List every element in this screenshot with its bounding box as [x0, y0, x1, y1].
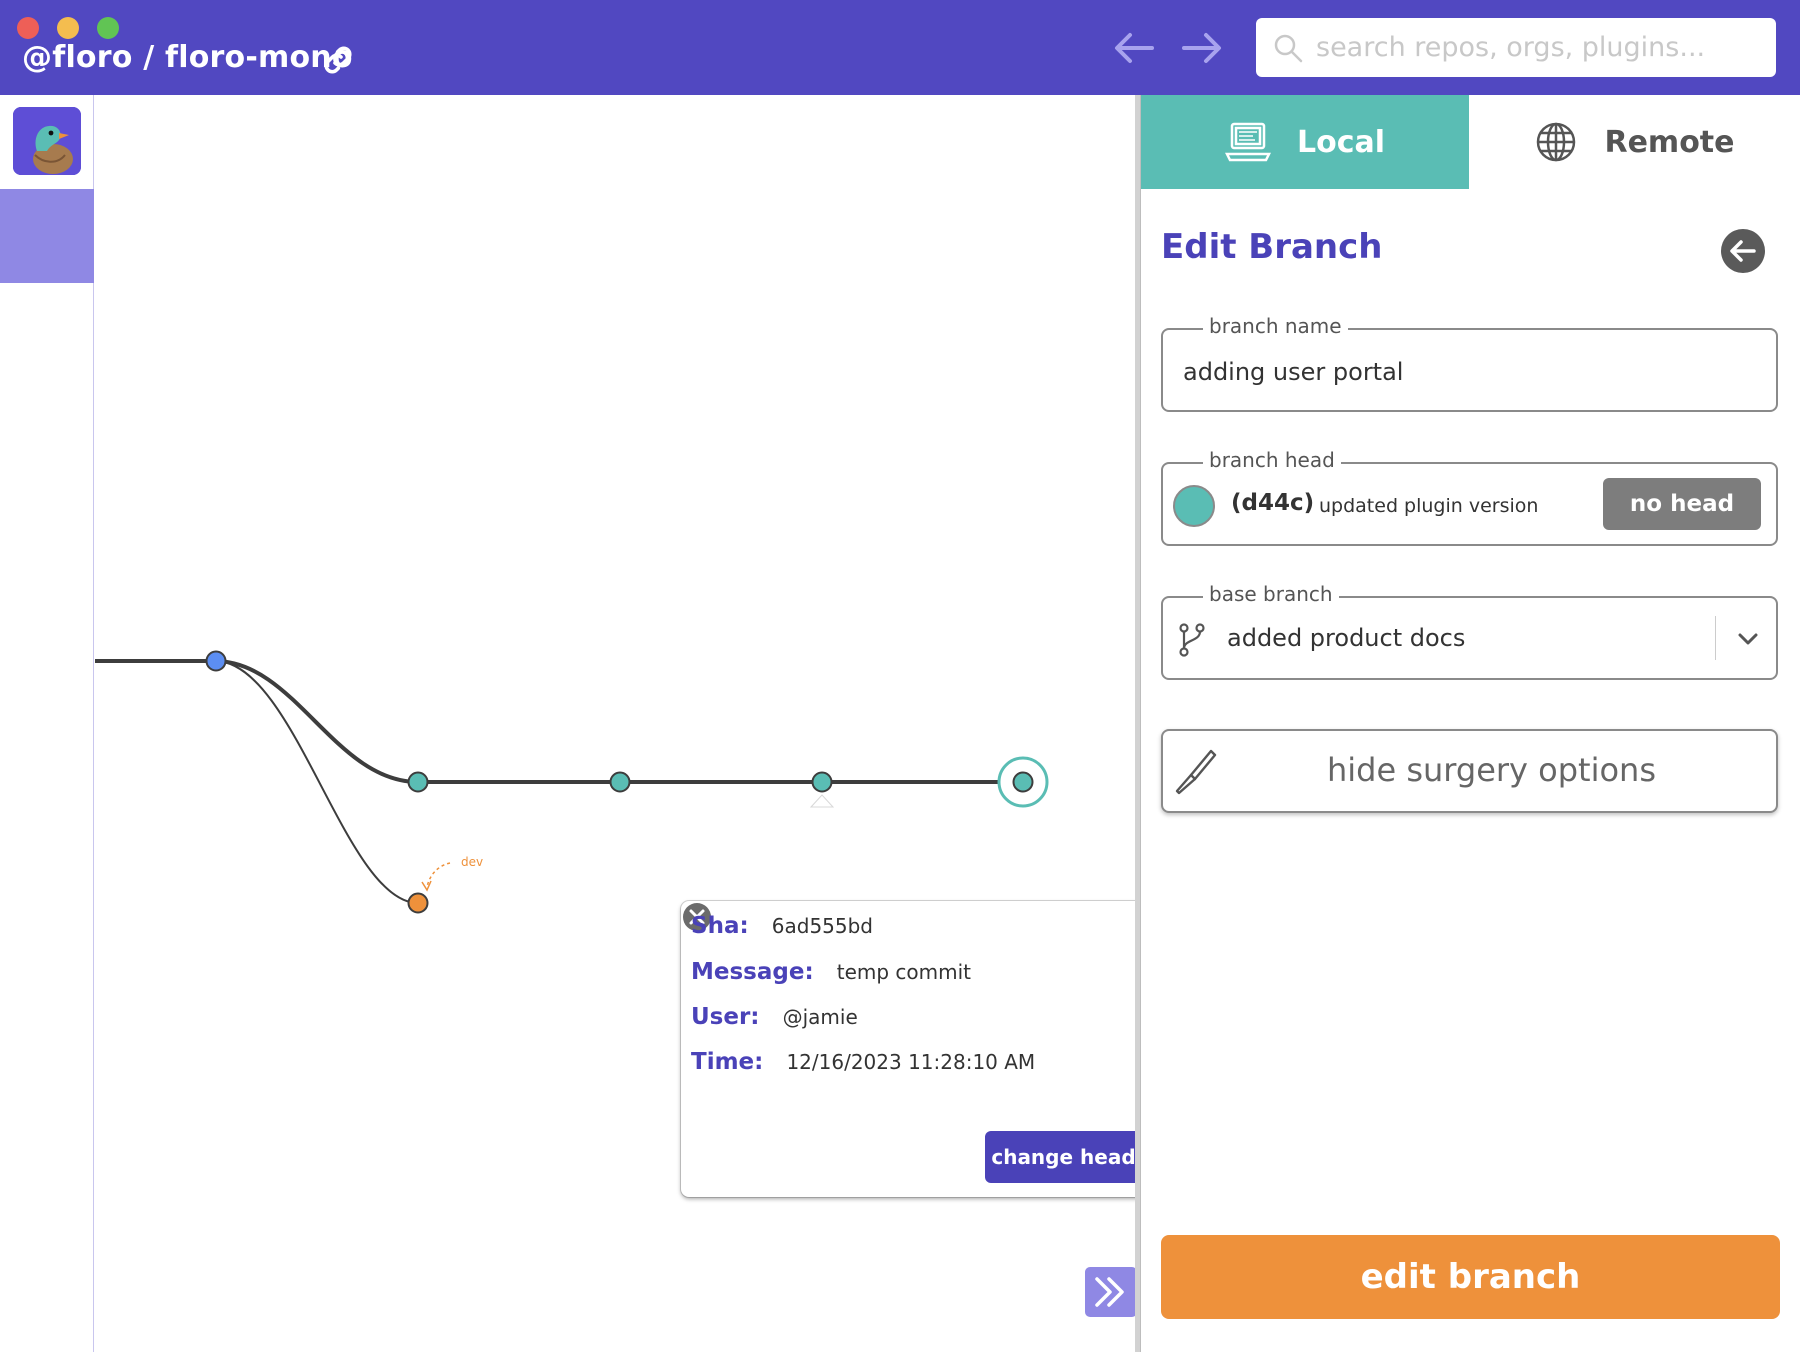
head-commit-dot	[1173, 485, 1215, 527]
head-sha: (d44c)	[1231, 490, 1315, 516]
maximize-window-button[interactable]	[97, 17, 119, 39]
change-head-button[interactable]: change head	[985, 1131, 1142, 1183]
tab-local-label: Local	[1296, 124, 1386, 160]
git-branch-icon	[1179, 623, 1205, 657]
tooltip-time-row: Time: 12/16/2023 11:28:10 AM	[691, 1049, 1035, 1075]
double-chevron-right-icon	[1095, 1277, 1124, 1307]
select-separator	[1715, 616, 1716, 660]
expand-panel-button[interactable]	[1085, 1267, 1137, 1317]
dev-pointer-arrow	[421, 880, 432, 892]
base-branch-label: base branch	[1203, 582, 1339, 606]
message-value: temp commit	[836, 960, 972, 984]
right-panel: Local Remote Edit Branch branch name bra…	[1141, 95, 1800, 1352]
no-head-button[interactable]: no head	[1603, 478, 1761, 530]
branch-head-label: branch head	[1203, 448, 1341, 472]
branch-label-dev: dev	[461, 855, 483, 869]
repo-title[interactable]: @floro / floro-mono	[22, 40, 353, 75]
tooltip-sha-row: Sha: 6ad555bd	[691, 913, 873, 939]
back-arrow-icon[interactable]	[1112, 30, 1156, 66]
branch-name-label: branch name	[1203, 314, 1348, 338]
tab-remote-label: Remote	[1604, 124, 1735, 160]
time-value: 12/16/2023 11:28:10 AM	[786, 1050, 1036, 1074]
search-box[interactable]	[1256, 18, 1776, 77]
globe-icon	[1537, 122, 1576, 162]
back-circle-icon[interactable]	[1720, 228, 1766, 274]
graph-edge	[214, 660, 419, 904]
tooltip-user-row: User: @jamie	[691, 1004, 858, 1030]
laptop-icon	[1224, 122, 1271, 162]
tooltip-message-row: Message: temp commit	[691, 959, 971, 985]
chevron-down-icon[interactable]	[1733, 624, 1763, 654]
commit-node[interactable]	[407, 771, 429, 793]
commit-tooltip: Sha: 6ad555bd Message: temp commit User:…	[681, 901, 1153, 1197]
link-icon[interactable]	[320, 42, 356, 78]
tab-local[interactable]: Local	[1141, 95, 1469, 189]
tooltip-caret	[809, 794, 835, 808]
tab-remote[interactable]: Remote	[1469, 95, 1800, 189]
edit-branch-button[interactable]: edit branch	[1161, 1235, 1780, 1319]
title-bar: @floro / floro-mono	[0, 0, 1800, 95]
time-label: Time:	[691, 1049, 764, 1075]
page-title: Edit Branch	[1161, 227, 1383, 267]
commit-node-root[interactable]	[205, 650, 227, 672]
tab-bar: Local Remote	[1141, 95, 1800, 189]
message-label: Message:	[691, 959, 814, 985]
sha-label: Sha:	[691, 913, 749, 939]
branch-name-input[interactable]	[1183, 352, 1753, 392]
branch-head-field: branch head (d44c) updated plugin versio…	[1161, 448, 1778, 546]
forward-arrow-icon[interactable]	[1180, 30, 1224, 66]
commit-node[interactable]	[609, 771, 631, 793]
close-window-button[interactable]	[17, 17, 39, 39]
duck-plugin-icon[interactable]	[11, 105, 83, 177]
head-message: updated plugin version	[1319, 495, 1539, 517]
user-label: User:	[691, 1004, 760, 1030]
commit-node-dev[interactable]	[407, 892, 429, 914]
branch-name-field[interactable]: branch name	[1161, 314, 1778, 412]
minimize-window-button[interactable]	[57, 17, 79, 39]
commit-node-selected[interactable]	[811, 771, 833, 793]
sha-value: 6ad555bd	[771, 914, 874, 938]
commit-node-head[interactable]	[1012, 771, 1034, 793]
base-branch-value: added product docs	[1227, 624, 1466, 652]
base-branch-select[interactable]: base branch added product docs	[1161, 582, 1778, 680]
left-rail	[0, 95, 94, 1352]
hide-surgery-options-button[interactable]: hide surgery options	[1161, 729, 1778, 813]
surgery-label: hide surgery options	[1326, 751, 1656, 789]
graph-edge	[214, 659, 419, 784]
plugin-slot-selected	[0, 189, 94, 283]
search-icon	[1274, 34, 1303, 63]
user-value: @jamie	[782, 1005, 858, 1029]
commit-graph: dev Sha: 6ad555bd Message: temp commit U…	[95, 95, 1153, 1352]
search-input[interactable]	[1316, 26, 1766, 68]
